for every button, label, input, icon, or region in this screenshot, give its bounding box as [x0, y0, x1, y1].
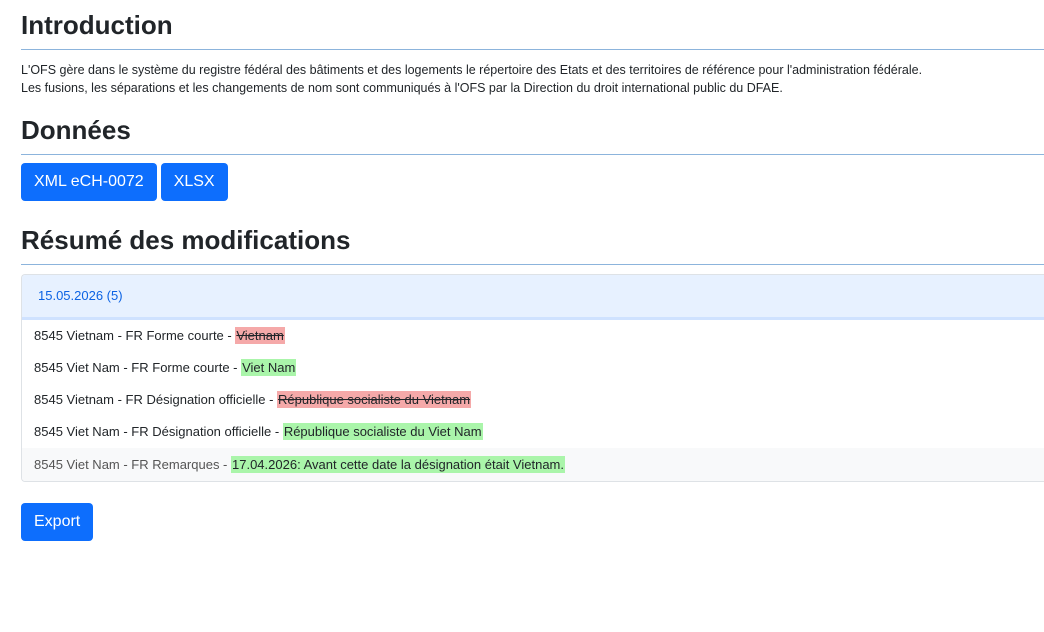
- data-title: Données: [21, 115, 131, 145]
- accordion-header-date[interactable]: 15.05.2026 (5): [22, 275, 1044, 320]
- download-buttons: XML eCH-0072 XLSX: [21, 163, 1044, 201]
- accordion-body: 8545 Vietnam - FR Forme courte - Vietnam…: [22, 320, 1044, 481]
- removed-value: Vietnam: [235, 327, 285, 344]
- change-row: 8545 Vietnam - FR Forme courte - Vietnam: [22, 320, 1044, 352]
- change-description: 8545 Vietnam - FR Forme courte -: [34, 328, 236, 343]
- change-description: 8545 Viet Nam - FR Désignation officiell…: [34, 424, 283, 439]
- change-row: 8545 Viet Nam - FR Forme courte - Viet N…: [22, 352, 1044, 384]
- intro-line-1: L'OFS gère dans le système du registre f…: [21, 63, 923, 77]
- change-row: 8545 Viet Nam - FR Remarques - 17.04.202…: [22, 448, 1044, 481]
- change-description: 8545 Viet Nam - FR Remarques -: [34, 457, 231, 472]
- changes-accordion: 15.05.2026 (5) 8545 Vietnam - FR Forme c…: [21, 274, 1044, 482]
- export-button[interactable]: Export: [21, 503, 94, 541]
- changes-divider: [21, 264, 1044, 265]
- data-divider: [21, 154, 1044, 155]
- change-row: 8545 Viet Nam - FR Désignation officiell…: [22, 416, 1044, 448]
- export-container: Export: [21, 503, 1044, 541]
- added-value: Viet Nam: [241, 359, 297, 376]
- added-value: République socialiste du Viet Nam: [282, 423, 483, 440]
- intro-title: Introduction: [21, 10, 173, 40]
- changes-title: Résumé des modifications: [21, 225, 351, 255]
- intro-divider: [21, 49, 1044, 50]
- intro-text: L'OFS gère dans le système du registre f…: [21, 61, 1044, 97]
- change-description: 8545 Viet Nam - FR Forme courte -: [34, 360, 242, 375]
- change-row: 8545 Vietnam - FR Désignation officielle…: [22, 384, 1044, 416]
- change-description: 8545 Vietnam - FR Désignation officielle…: [34, 392, 278, 407]
- page: Introduction L'OFS gère dans le système …: [0, 0, 1044, 541]
- xlsx-button[interactable]: XLSX: [160, 163, 228, 201]
- xml-ech-0072-button[interactable]: XML eCH-0072: [21, 163, 157, 201]
- removed-value: République socialiste du Vietnam: [277, 391, 472, 408]
- added-value: 17.04.2026: Avant cette date la désignat…: [231, 456, 565, 473]
- intro-line-2: Les fusions, les séparations et les chan…: [21, 81, 783, 95]
